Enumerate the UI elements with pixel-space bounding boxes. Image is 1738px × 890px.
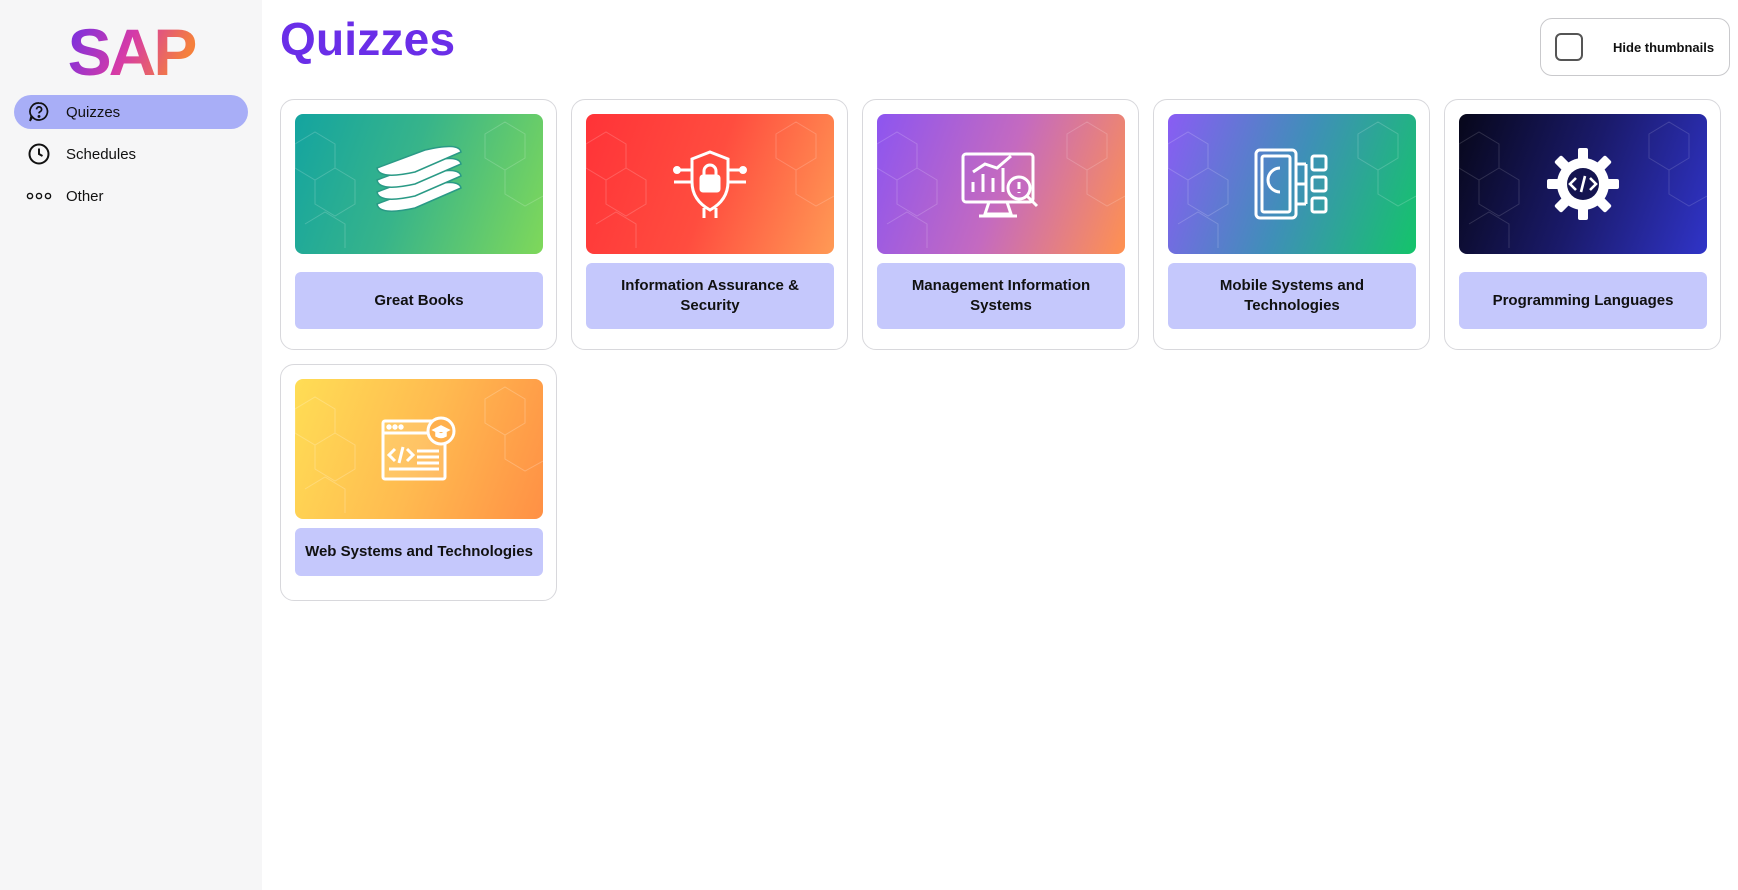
hide-thumbnails-toggle[interactable]: Hide thumbnails <box>1540 18 1730 76</box>
quiz-card-programming-languages[interactable]: Programming Languages <box>1444 99 1721 350</box>
mobile-network-icon <box>1254 148 1328 220</box>
quiz-card-information-assurance-security[interactable]: Information Assurance & Security <box>571 99 848 350</box>
question-bubble-icon <box>26 99 52 125</box>
quiz-card-mobile-systems-technologies[interactable]: Mobile Systems and Technologies <box>1153 99 1430 350</box>
quiz-thumbnail <box>1459 114 1707 254</box>
quiz-thumbnail <box>877 114 1125 254</box>
books-icon <box>376 145 462 212</box>
quiz-card-great-books[interactable]: Great Books <box>280 99 557 350</box>
sidebar-item-schedules[interactable]: Schedules <box>14 137 248 171</box>
quiz-card-management-information-systems[interactable]: Management Information Systems <box>862 99 1139 350</box>
gear-code-icon <box>1547 148 1619 220</box>
quiz-grid: Great Books Information Assurance & Secu… <box>280 99 1722 601</box>
svg-text:SAP: SAP <box>68 18 196 82</box>
sidebar-item-label: Other <box>66 187 104 205</box>
main-content: Quizzes Hide thumbnails Great Books Info… <box>262 0 1738 890</box>
sidebar-item-other[interactable]: Other <box>14 179 248 213</box>
quiz-thumbnail <box>1168 114 1416 254</box>
web-code-icon <box>381 416 456 481</box>
sidebar-item-label: Schedules <box>66 145 137 163</box>
quiz-card-web-systems-technologies[interactable]: Web Systems and Technologies <box>280 364 557 601</box>
sidebar: SAP Quizzes Schedules Other <box>0 0 262 890</box>
page-title: Quizzes <box>280 13 456 65</box>
more-dots-icon <box>26 183 52 209</box>
clock-icon <box>26 141 52 167</box>
hide-thumbnails-checkbox[interactable] <box>1555 33 1583 61</box>
quiz-thumbnail <box>295 114 543 254</box>
quiz-thumbnail <box>586 114 834 254</box>
quiz-card-label: Mobile Systems and Technologies <box>1168 263 1416 329</box>
quiz-thumbnail <box>295 379 543 519</box>
quiz-card-label: Web Systems and Technologies <box>295 528 543 576</box>
quiz-card-label: Management Information Systems <box>877 263 1125 329</box>
monitor-analytics-icon <box>961 152 1039 218</box>
sidebar-nav: Quizzes Schedules Other <box>14 95 248 221</box>
quiz-card-label: Great Books <box>295 272 543 329</box>
shield-lock-icon <box>673 150 747 218</box>
sidebar-item-quizzes[interactable]: Quizzes <box>14 95 248 129</box>
sidebar-item-label: Quizzes <box>66 103 121 121</box>
sap-logo[interactable]: SAP <box>58 18 204 82</box>
hide-thumbnails-label: Hide thumbnails <box>1613 39 1715 55</box>
quiz-card-label: Programming Languages <box>1459 272 1707 329</box>
quiz-card-label: Information Assurance & Security <box>586 263 834 329</box>
